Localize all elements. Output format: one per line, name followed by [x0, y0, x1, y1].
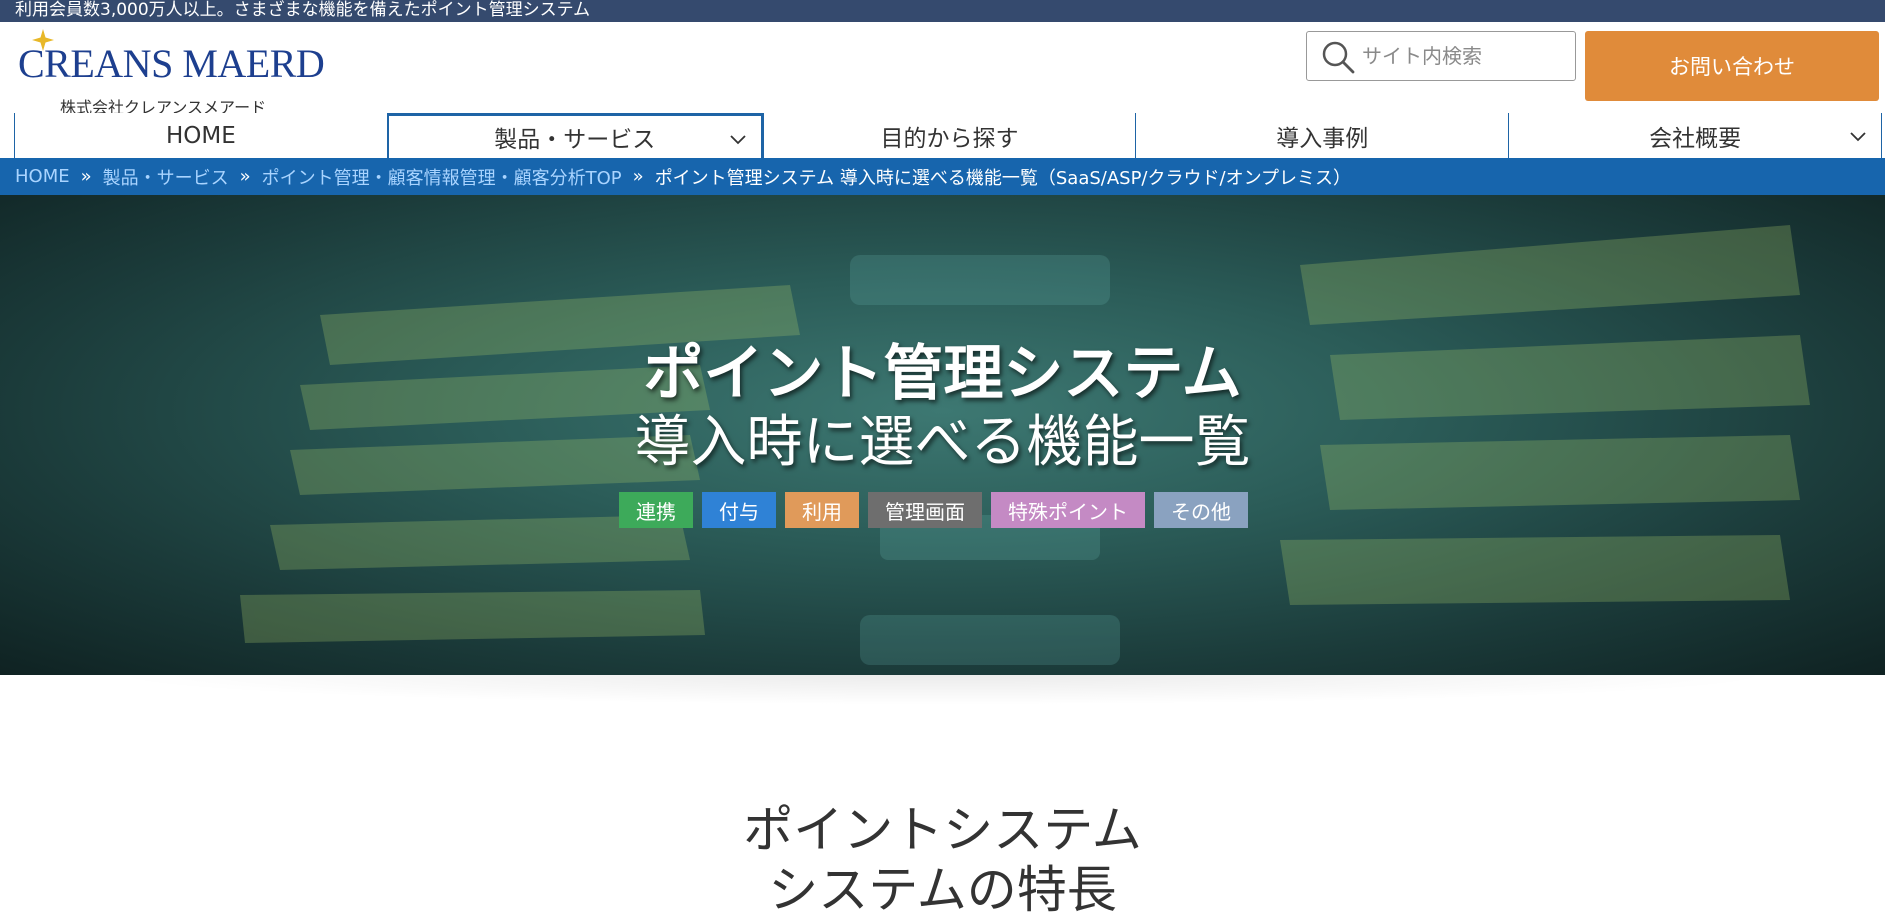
nav-item-label: HOME	[166, 122, 236, 149]
tag-label: 連携	[636, 499, 676, 524]
hero-subtitle: 導入時に選べる機能一覧	[634, 410, 1251, 475]
chevron-down-icon	[729, 135, 746, 145]
chevron-down-icon	[1850, 132, 1866, 142]
tag-label: 特殊ポイント	[1008, 499, 1128, 524]
tag-other[interactable]: その他	[1154, 492, 1248, 528]
breadcrumb-separator: »	[239, 166, 251, 187]
tag-label: 管理画面	[885, 499, 965, 524]
search-icon[interactable]	[1321, 40, 1355, 74]
breadcrumb-current: ポイント管理システム 導入時に選べる機能一覧（SaaS/ASP/クラウド/オンプ…	[654, 167, 1352, 189]
hero-shadow	[100, 675, 1785, 705]
nav-item-home[interactable]: HOME	[14, 113, 387, 158]
nav-item-case-studies[interactable]: 導入事例	[1135, 113, 1509, 158]
nav-item-label: 会社概要	[1649, 125, 1742, 152]
tag-label: 付与	[719, 499, 759, 524]
nav-item-purpose[interactable]: 目的から探す	[762, 113, 1136, 158]
search-input[interactable]	[1362, 40, 1562, 72]
site-search[interactable]	[1306, 31, 1576, 81]
tag-grant[interactable]: 付与	[702, 492, 776, 528]
hero-banner: ポイント管理システム 導入時に選べる機能一覧 連携 付与 利用 管理画面 特殊ポ…	[0, 195, 1885, 675]
breadcrumb-separator: »	[80, 166, 92, 187]
breadcrumb-link-point-top[interactable]: ポイント管理・顧客情報管理・顧客分析TOP	[262, 164, 622, 190]
breadcrumb-link-products[interactable]: 製品・サービス	[103, 164, 229, 190]
nav-item-products[interactable]: 製品・サービス	[386, 113, 763, 158]
breadcrumb: HOME » 製品・サービス » ポイント管理・顧客情報管理・顧客分析TOP »…	[0, 158, 1885, 195]
logo-wordmark: CREANS MAERD	[18, 41, 325, 86]
tag-label: 利用	[802, 499, 842, 524]
nav-item-company[interactable]: 会社概要	[1508, 113, 1882, 158]
tag-usage[interactable]: 利用	[785, 492, 859, 528]
top-announcement-bar: 利用会員数3,000万人以上。さまざまな機能を備えたポイント管理システム	[0, 0, 1885, 22]
site-header: CREANS MAERD 株式会社クレアンスメアード お問い合わせ	[0, 22, 1885, 117]
feature-tags: 連携 付与 利用 管理画面 特殊ポイント その他	[619, 492, 1248, 528]
contact-button[interactable]: お問い合わせ	[1585, 31, 1879, 101]
section-subheading: システムの特長	[768, 861, 1117, 919]
nav-item-label: 導入事例	[1276, 125, 1369, 152]
nav-item-label: 目的から探す	[880, 125, 1019, 152]
tag-admin-screen[interactable]: 管理画面	[868, 492, 982, 528]
tag-special-points[interactable]: 特殊ポイント	[991, 492, 1145, 528]
main-navigation: HOME 製品・サービス 目的から探す 導入事例 会社概要	[14, 113, 1882, 158]
company-logo[interactable]: CREANS MAERD 株式会社クレアンスメアード	[16, 29, 325, 117]
breadcrumb-link-home[interactable]: HOME	[15, 166, 70, 187]
nav-item-label: 製品・サービス	[494, 127, 656, 153]
announcement-text: 利用会員数3,000万人以上。さまざまな機能を備えたポイント管理システム	[15, 0, 591, 20]
tag-label: その他	[1171, 499, 1231, 524]
tag-integration[interactable]: 連携	[619, 492, 693, 528]
breadcrumb-separator: »	[632, 166, 644, 187]
contact-button-label: お問い合わせ	[1669, 55, 1795, 79]
